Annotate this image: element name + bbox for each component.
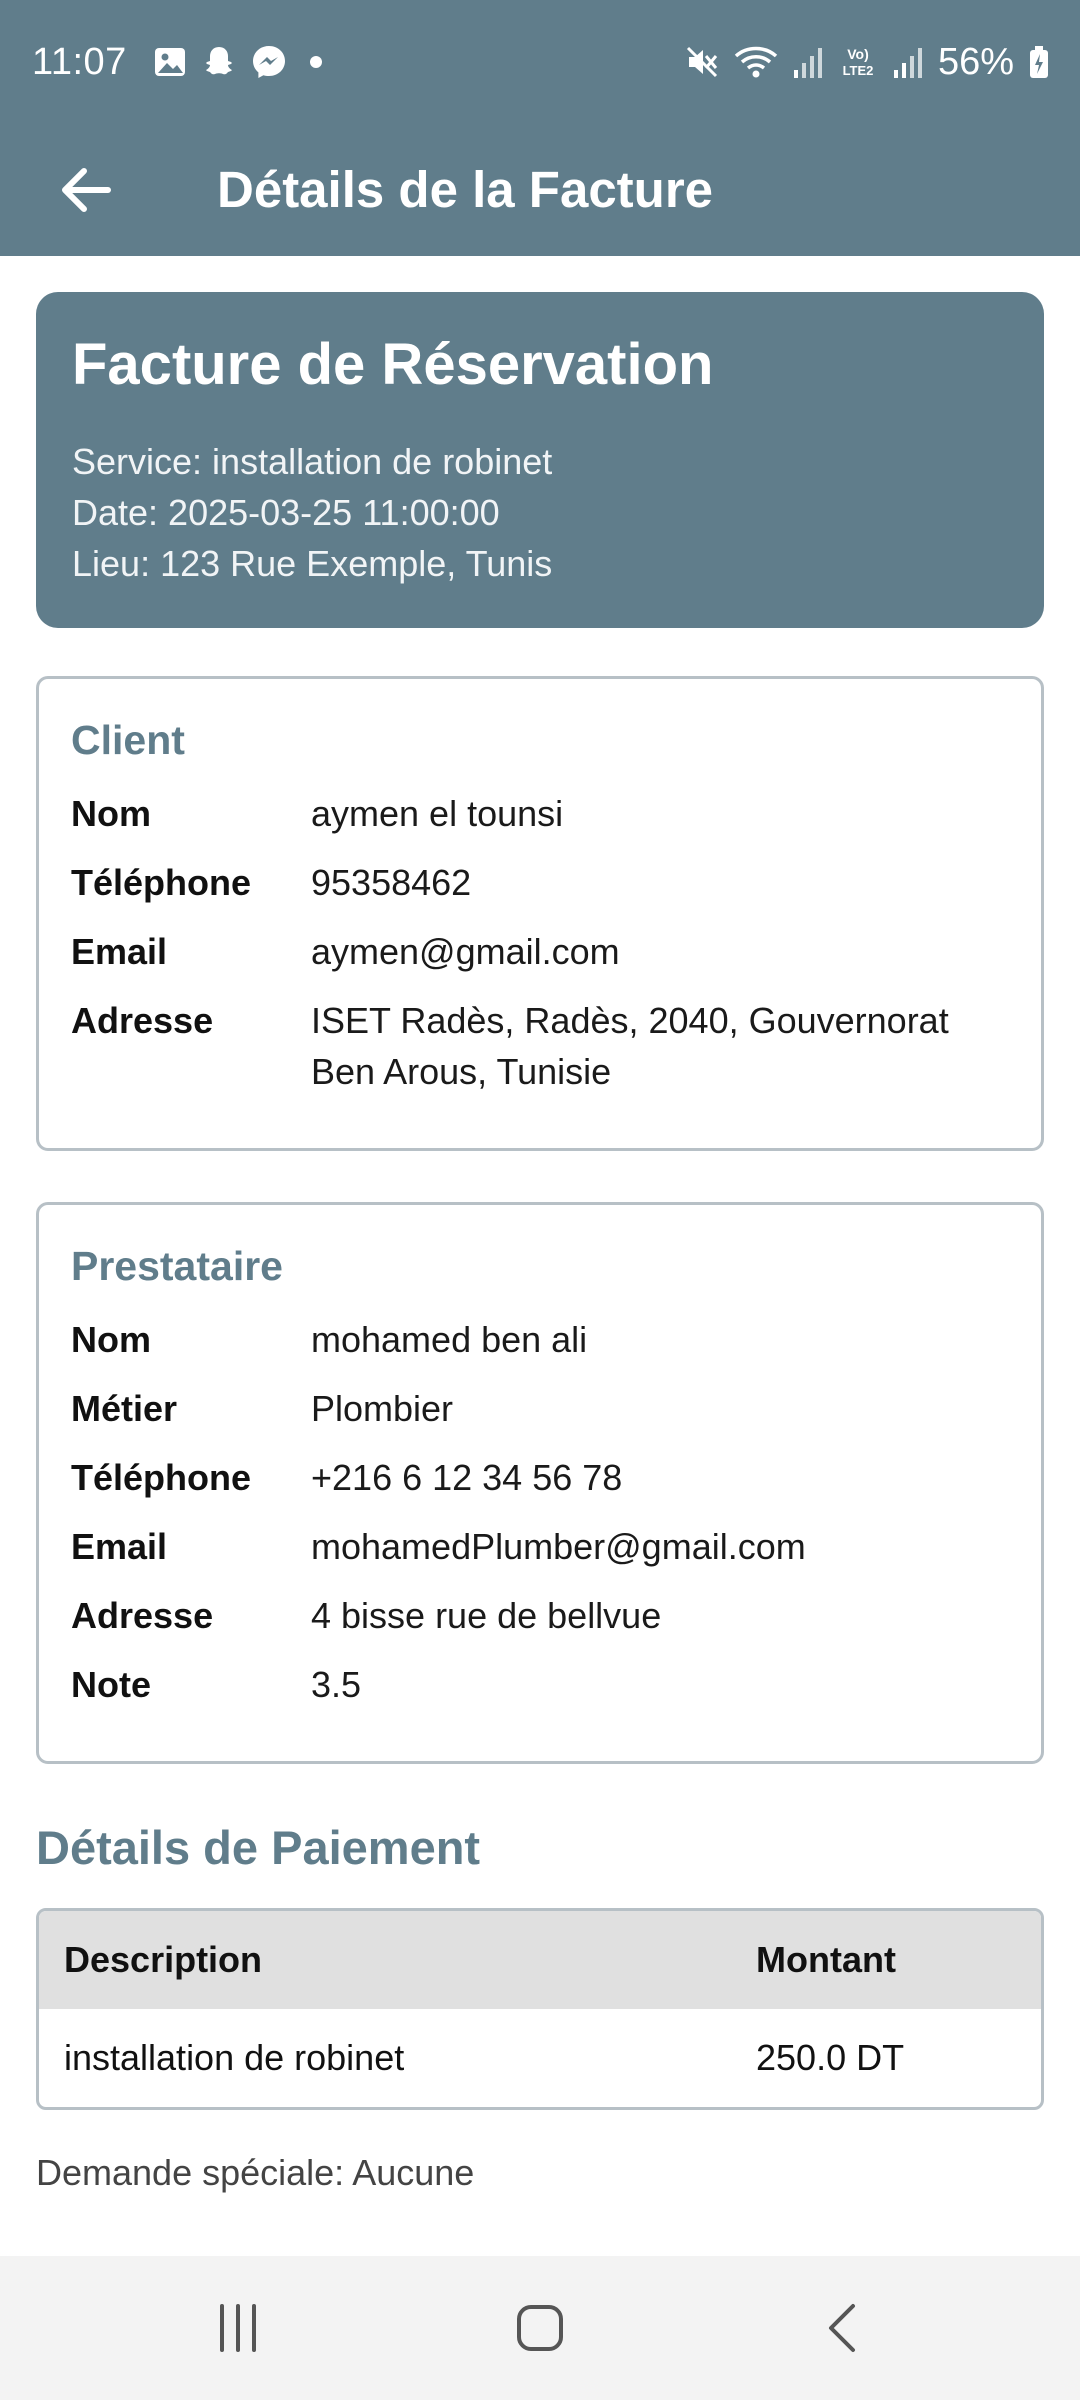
client-address: ISET Radès, Radès, 2040, Gouvernorat Ben…: [311, 1000, 949, 1092]
provider-name: mohamed ben ali: [311, 1319, 588, 1360]
app-bar: Détails de la Facture: [0, 124, 1080, 256]
provider-email: mohamedPlumber@gmail.com: [311, 1526, 806, 1567]
snapchat-icon: [201, 44, 237, 80]
signal-icon: [892, 44, 924, 80]
row-label: Téléphone: [71, 1457, 252, 1498]
signal-icon: [792, 44, 824, 80]
special-request-text: Demande spéciale: Aucune: [36, 2152, 475, 2193]
header-amount: Montant: [756, 1939, 896, 1980]
table-header: Description Montant: [39, 1911, 1041, 2009]
row-label: Adresse: [71, 1595, 214, 1636]
navigation-bar: [0, 2256, 1080, 2400]
back-icon: [829, 2304, 855, 2352]
row-label: Téléphone: [71, 862, 252, 903]
row-label: Métier: [71, 1388, 178, 1429]
provider-row-job: Métier Plombier: [71, 1383, 1009, 1434]
back-button[interactable]: [30, 135, 140, 245]
provider-row-phone: Téléphone +216 6 12 34 56 78: [71, 1452, 1009, 1503]
status-bar: 11:07 Vo) LTE2 56%: [0, 0, 1080, 124]
client-row-name: Nom aymen el tounsi: [71, 788, 1009, 839]
invoice-header-card: Facture de Réservation Service: installa…: [36, 292, 1044, 628]
client-row-address: Adresse ISET Radès, Radès, 2040, Gouvern…: [71, 995, 1009, 1097]
wifi-icon: [734, 44, 778, 80]
home-button[interactable]: [440, 2256, 640, 2400]
svg-text:LTE2: LTE2: [843, 63, 874, 78]
row-label: Email: [71, 931, 168, 972]
status-time: 11:07: [32, 40, 127, 83]
status-left: 11:07: [32, 41, 331, 84]
messenger-icon: [251, 44, 287, 80]
client-name: aymen el tounsi: [311, 793, 564, 834]
client-card: Client Nom aymen el tounsi Téléphone 953…: [36, 676, 1044, 1151]
home-icon: [517, 2305, 563, 2351]
battery-icon: [1028, 44, 1050, 80]
row-label: Adresse: [71, 1000, 214, 1041]
payment-title: Détails de Paiement: [36, 1821, 481, 1874]
page-title: Détails de la Facture: [217, 161, 714, 218]
client-row-email: Email aymen@gmail.com: [71, 926, 1009, 977]
battery-percent: 56%: [937, 40, 1014, 83]
client-email: aymen@gmail.com: [311, 931, 620, 972]
invoice-title: Facture de Réservation: [72, 332, 714, 397]
svg-text:Vo): Vo): [847, 46, 869, 62]
mute-icon: [684, 44, 720, 80]
service-text: Service: installation de robinet: [72, 441, 553, 482]
status-right: Vo) LTE2 56%: [684, 41, 1050, 84]
dot-icon: [301, 45, 331, 79]
provider-row-email: Email mohamedPlumber@gmail.com: [71, 1521, 1009, 1572]
row-description: installation de robinet: [64, 2037, 405, 2078]
gallery-icon: [153, 45, 187, 79]
provider-title: Prestataire: [71, 1243, 283, 1289]
recent-apps-button[interactable]: [138, 2256, 338, 2400]
header-description: Description: [64, 1939, 263, 1980]
provider-job: Plombier: [311, 1388, 454, 1429]
row-label: Email: [71, 1526, 168, 1567]
arrow-left-icon: [62, 168, 111, 212]
row-label: Nom: [71, 1319, 151, 1360]
row-label: Nom: [71, 793, 151, 834]
row-amount: 250.0 DT: [756, 2037, 905, 2078]
payment-table: Description Montant installation de robi…: [36, 1908, 1044, 2110]
client-phone: 95358462: [311, 862, 472, 903]
volte-icon: Vo) LTE2: [838, 44, 878, 80]
client-title: Client: [71, 717, 185, 763]
client-row-phone: Téléphone 95358462: [71, 857, 1009, 908]
nav-back-button[interactable]: [744, 2256, 944, 2400]
provider-rating: 3.5: [311, 1664, 362, 1705]
recent-apps-icon: [220, 2304, 256, 2352]
table-row: installation de robinet 250.0 DT: [39, 2009, 1041, 2107]
place-text: Lieu: 123 Rue Exemple, Tunis: [72, 543, 553, 584]
provider-phone: +216 6 12 34 56 78: [311, 1457, 623, 1498]
date-text: Date: 2025-03-25 11:00:00: [72, 492, 500, 533]
row-label: Note: [71, 1664, 151, 1705]
provider-card: Prestataire Nom mohamed ben ali Métier P…: [36, 1202, 1044, 1764]
provider-row-name: Nom mohamed ben ali: [71, 1314, 1009, 1365]
provider-row-rating: Note 3.5: [71, 1659, 1009, 1710]
provider-row-address: Adresse 4 bisse rue de bellvue: [71, 1590, 1009, 1641]
provider-address: 4 bisse rue de bellvue: [311, 1595, 662, 1636]
